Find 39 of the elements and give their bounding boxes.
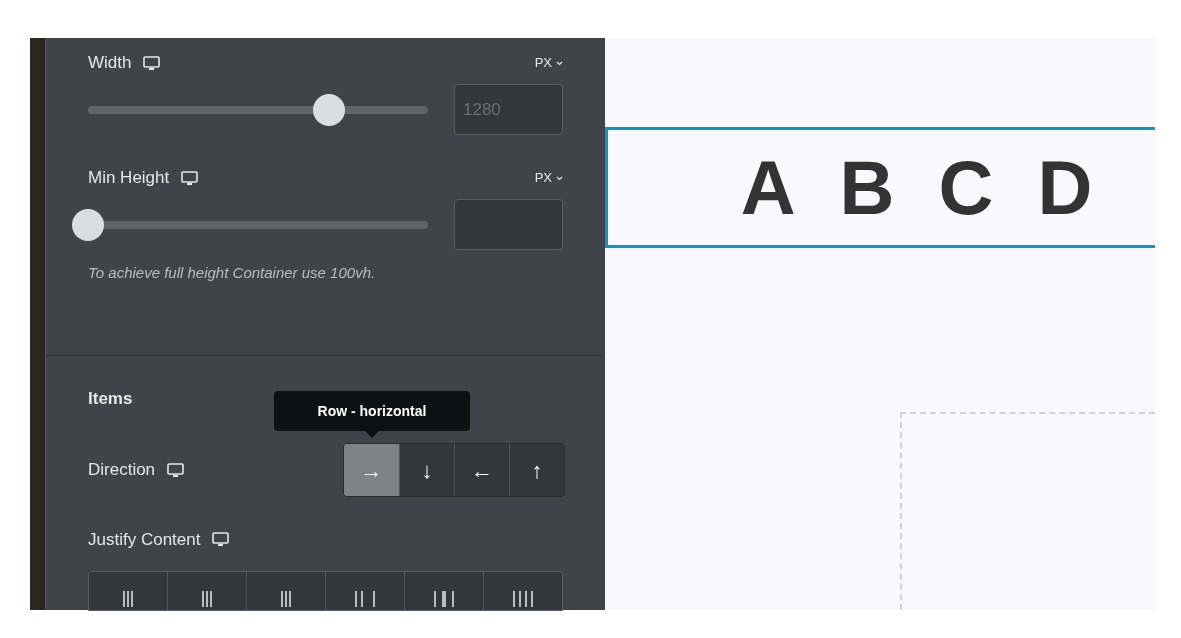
letter-heading: D [1037, 149, 1093, 226]
number-field[interactable] [454, 199, 563, 250]
desktop-icon [143, 55, 161, 71]
tooltip: Row - horizontal [274, 391, 470, 438]
desktop-icon [167, 462, 185, 478]
direction-option[interactable]: ↑ [509, 444, 564, 496]
desktop-icon [181, 170, 199, 186]
letter-heading: A [740, 149, 796, 226]
slider-thumb[interactable] [72, 208, 104, 241]
container-box[interactable]: A B C D [605, 127, 1155, 248]
justify-option[interactable] [483, 571, 562, 610]
unit-dropdown[interactable]: PX [534, 53, 563, 73]
justify-option[interactable] [89, 571, 167, 610]
justify-icon [202, 590, 212, 607]
letter-heading: C [938, 149, 994, 226]
desktop-icon [212, 532, 230, 548]
control-label: Direction [88, 459, 156, 482]
control-label: Width [88, 52, 132, 75]
justify-icon [123, 590, 133, 607]
justify-icon [355, 590, 375, 607]
justify-option[interactable] [246, 571, 325, 610]
direction-option[interactable]: ↓ [399, 444, 454, 496]
letter-heading: B [839, 149, 895, 226]
section-title: Items [88, 387, 133, 410]
justify-icon [513, 590, 533, 607]
slider-thumb[interactable] [313, 93, 346, 126]
unit-dropdown[interactable]: PX [534, 168, 563, 188]
chevron-down-icon [556, 60, 563, 66]
control-label: Justify Content [88, 529, 201, 551]
justify-icon [281, 590, 291, 607]
justify-option[interactable] [167, 571, 246, 610]
number-field[interactable]: 1280 [454, 84, 563, 135]
justify-option[interactable] [325, 571, 404, 610]
help-text: To achieve full height Container use 100vh. [88, 263, 377, 283]
justify-option[interactable] [404, 571, 483, 610]
direction-option[interactable]: ← [454, 444, 509, 496]
control-label: Min Height [88, 167, 170, 190]
chevron-down-icon [556, 175, 563, 181]
justify-icon [434, 590, 454, 607]
